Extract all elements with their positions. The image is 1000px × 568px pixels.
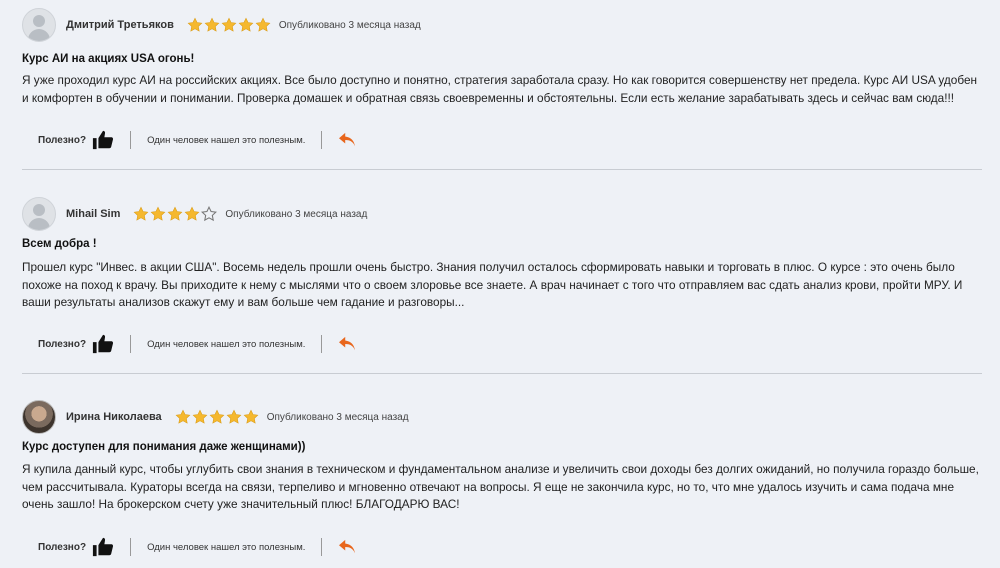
review-title: Всем добра !: [22, 238, 97, 250]
rating-stars: [175, 409, 259, 425]
rating-stars: [133, 206, 218, 222]
star-filled-icon: [226, 409, 242, 424]
avatar: [22, 197, 56, 231]
published-date: Опубликовано 3 месяца назад: [266, 411, 409, 423]
review-text: Я уже проходил курс АИ на российских акц…: [22, 73, 978, 105]
review-divider: [22, 169, 982, 170]
author-name: Ирина Николаева: [66, 411, 162, 423]
star-filled-icon: [185, 206, 200, 221]
author-name: Дмитрий Третьяков: [66, 19, 174, 31]
divider-line: [321, 131, 323, 149]
thumbs-up-icon[interactable]: [92, 536, 114, 558]
review-header: Mihail Sim Опубликовано 3 месяца назад: [22, 197, 367, 231]
review-title: Курс доступен для понимания даже женщина…: [22, 441, 306, 453]
author-name: Mihail Sim: [66, 208, 121, 220]
star-filled-icon: [151, 206, 166, 221]
review-text: Прошел курс "Инвес. в акции США". Восемь…: [22, 260, 963, 310]
helpful-label: Полезно?: [38, 338, 87, 350]
star-filled-icon: [175, 409, 191, 424]
star-filled-icon: [192, 409, 208, 424]
review-footer: Полезно? Один человек нашел это полезным…: [38, 130, 356, 150]
divider-line: [130, 538, 132, 556]
reply-arrow-icon[interactable]: [338, 539, 356, 555]
star-filled-icon: [134, 206, 149, 221]
review-header: Дмитрий Третьяков Опубликовано 3 месяца …: [22, 8, 421, 42]
reply-arrow-icon[interactable]: [338, 336, 356, 352]
review-title: Курс АИ на акциях USA огонь!: [22, 53, 195, 65]
star-filled-icon: [187, 17, 203, 32]
star-filled-icon: [243, 409, 259, 424]
star-filled-icon: [221, 17, 237, 32]
divider-line: [321, 538, 323, 556]
helpful-label: Полезно?: [38, 134, 87, 146]
avatar: [22, 8, 56, 42]
reply-arrow-icon[interactable]: [338, 132, 356, 148]
review-text: Я купила данный курс, чтобы углубить сво…: [22, 462, 979, 512]
thumbs-up-icon[interactable]: [92, 333, 114, 355]
found-helpful-text: Один человек нашел это полезным.: [147, 134, 306, 146]
star-filled-icon: [255, 17, 271, 32]
star-filled-icon: [209, 409, 225, 424]
divider-line: [321, 335, 323, 353]
divider-line: [130, 335, 132, 353]
divider-line: [130, 131, 132, 149]
star-empty-icon: [201, 206, 218, 222]
review-footer: Полезно? Один человек нашел это полезным…: [38, 334, 356, 354]
star-filled-icon: [168, 206, 183, 221]
published-date: Опубликовано 3 месяца назад: [225, 208, 368, 220]
thumbs-up-icon[interactable]: [92, 129, 114, 151]
review-header: Ирина Николаева Опубликовано 3 месяца на…: [22, 400, 409, 434]
avatar-photo: [22, 400, 56, 434]
star-filled-icon: [204, 17, 220, 32]
found-helpful-text: Один человек нашел это полезным.: [147, 541, 306, 553]
rating-stars: [187, 17, 271, 33]
review-footer: Полезно? Один человек нашел это полезным…: [38, 537, 356, 557]
published-date: Опубликовано 3 месяца назад: [278, 19, 421, 31]
found-helpful-text: Один человек нашел это полезным.: [147, 338, 306, 350]
helpful-label: Полезно?: [38, 541, 87, 553]
review-divider: [22, 373, 982, 374]
star-filled-icon: [238, 17, 254, 32]
